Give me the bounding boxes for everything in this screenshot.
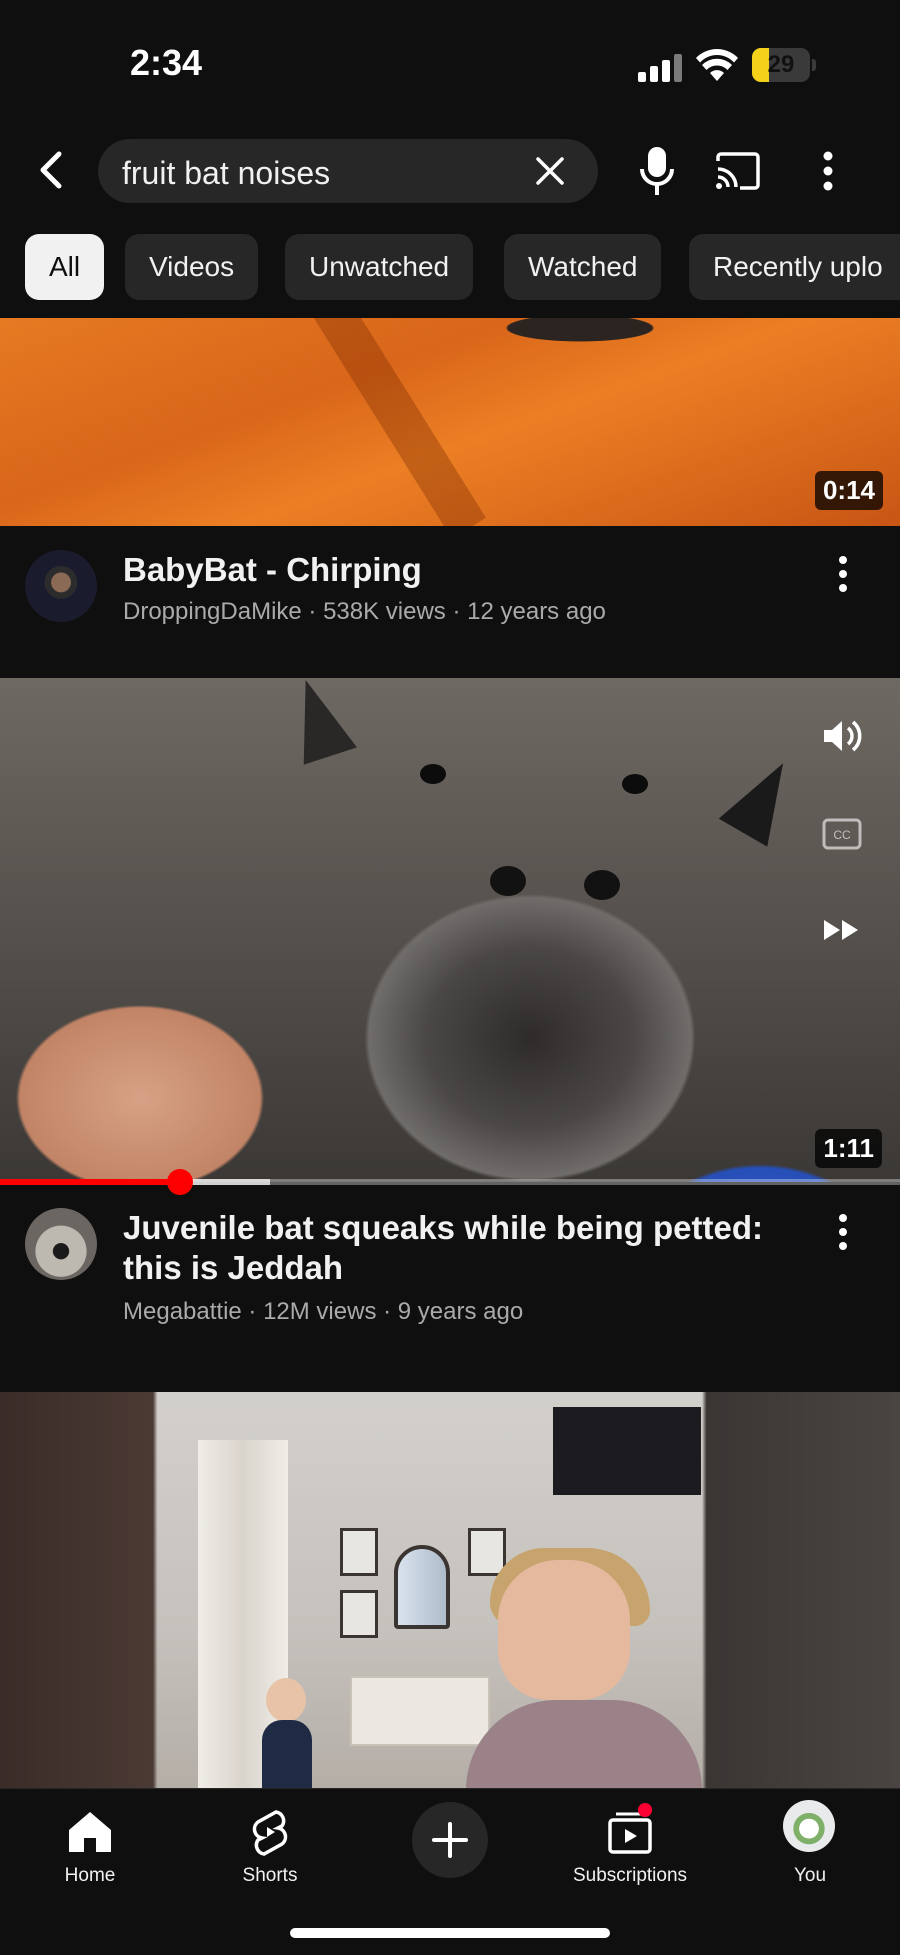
status-bar: 2:34 29 [0,0,900,130]
more-options-button[interactable] [808,144,848,198]
nav-subscriptions[interactable]: Subscriptions [550,1803,710,1893]
voice-search-button[interactable] [632,142,682,200]
channel-avatar[interactable] [25,550,97,622]
nav-home[interactable]: Home [10,1803,170,1893]
cast-button[interactable] [710,144,766,198]
video-meta: Megabattie · 12M views · 9 years ago [123,1298,524,1325]
cellular-signal-icon [638,52,682,82]
chip-watched[interactable]: Watched [504,234,662,300]
video-thumbnail-2[interactable]: CC 1:11 [0,678,900,1182]
wifi-icon [696,48,738,82]
channel-avatar[interactable] [25,1208,97,1280]
back-button[interactable] [22,142,78,198]
more-vertical-icon [839,1214,847,1250]
svg-text:CC: CC [833,828,851,842]
you-avatar[interactable] [783,1800,835,1852]
back-arrow-icon [40,151,62,189]
chip-videos[interactable]: Videos [125,234,259,300]
chip-all[interactable]: All [25,234,105,300]
chip-recently-uploaded[interactable]: Recently uplo [689,234,900,300]
status-time: 2:34 [130,42,203,83]
progress-buffered [180,1179,270,1185]
duration-badge: 1:11 [815,1129,882,1168]
microphone-icon [640,147,674,195]
clear-search-button[interactable] [528,149,572,193]
video-options-button[interactable] [826,1206,860,1258]
home-indicator [290,1928,610,1938]
home-icon [64,1807,116,1857]
search-query-text[interactable]: fruit bat noises [122,155,330,192]
video-title[interactable]: Juvenile bat squeaks while being petted:… [123,1208,783,1288]
video-thumbnail-1[interactable]: 0:14 [0,318,900,526]
nav-home-label: Home [64,1865,116,1886]
filter-chips: All Videos Unwatched Watched Recently up… [0,234,900,302]
progress-played [0,1179,180,1185]
more-vertical-icon [839,556,847,592]
plus-icon [432,1822,468,1858]
create-button[interactable] [412,1802,488,1878]
video-options-button[interactable] [826,548,860,600]
nav-shorts[interactable]: Shorts [190,1803,350,1893]
video-title[interactable]: BabyBat - Chirping [123,550,783,590]
battery-level: 29 [767,51,795,78]
nav-shorts-label: Shorts [242,1865,298,1886]
fast-forward-icon[interactable] [820,908,864,952]
video-meta: DroppingDaMike · 538K views · 12 years a… [123,598,606,625]
subscriptions-notification-dot [638,1803,652,1817]
captions-icon[interactable]: CC [820,812,864,856]
chip-unwatched[interactable]: Unwatched [285,234,474,300]
nav-subscriptions-label: Subscriptions [572,1865,688,1886]
volume-icon[interactable] [820,714,864,758]
more-vertical-icon [823,151,833,191]
cast-icon [716,152,760,190]
nav-you-label: You [793,1865,827,1886]
duration-badge: 0:14 [814,471,883,510]
playback-progress-bar[interactable] [0,1169,900,1195]
shorts-icon [244,1807,296,1857]
search-input[interactable]: fruit bat noises [98,139,598,203]
progress-scrubber-handle[interactable] [167,1169,193,1195]
battery-icon: 29 [752,48,816,82]
close-icon [536,157,564,185]
